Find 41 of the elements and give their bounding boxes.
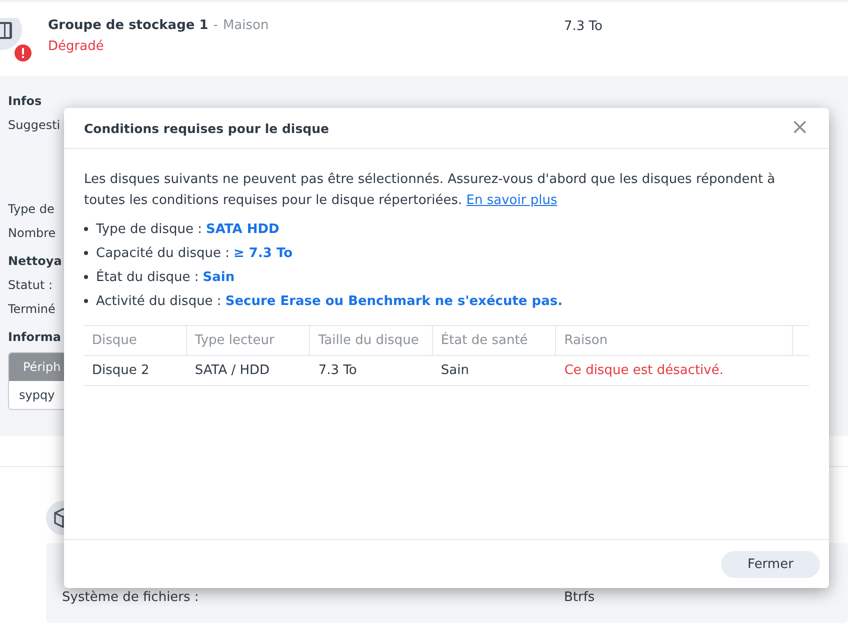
info-label: Suggesti — [8, 118, 60, 132]
pool-subtitle: Maison — [222, 18, 269, 33]
table-cell-text: Sain — [440, 362, 470, 380]
requirement-label: État du disque : — [96, 270, 199, 284]
column-header: Disque — [84, 326, 187, 355]
pool-title: Groupe de stockage 1 — [48, 18, 208, 33]
section-heading: Infos — [8, 94, 42, 108]
info-label: Terminé — [8, 302, 56, 316]
dialog-title: Conditions requises pour le disque — [84, 120, 329, 136]
column-header: État de santé — [432, 326, 556, 355]
section-heading: Informa — [8, 330, 61, 344]
requirement-value: SATA HDD — [206, 222, 280, 236]
column-header: Raison — [556, 326, 794, 355]
requirement-label: Activité du disque : — [96, 294, 222, 308]
table-cell-text: Ce disque est désactivé. — [563, 362, 724, 380]
bullet-icon — [84, 251, 88, 255]
info-label: Système de fichiers : — [62, 590, 200, 605]
requirement-label: Type de disque : — [96, 222, 202, 236]
bullet-icon — [84, 227, 88, 231]
close-button[interactable]: × — [790, 117, 809, 139]
table-cell-text: 7.3 To — [317, 362, 358, 380]
requirement-value: Secure Erase ou Benchmark ne s'exécute pas. — [225, 294, 563, 308]
info-label: Nombre — [8, 226, 56, 240]
info-label: Statut : — [8, 278, 53, 292]
info-value: Btrfs — [564, 590, 595, 605]
column-header: Taille du disque — [310, 326, 433, 355]
column-header: Type lecteur — [186, 326, 310, 355]
pool-size: 7.3 To — [564, 19, 602, 34]
section-heading: Nettoya — [8, 254, 62, 268]
pool-status: Dégradé — [48, 39, 105, 54]
requirement-value: ≥ 7.3 To — [234, 246, 293, 260]
bullet-icon — [84, 275, 88, 279]
learn-more-link[interactable]: En savoir plus — [466, 193, 558, 208]
bullet-icon — [84, 299, 88, 303]
intro-text: Les disques suivants ne peuvent pas être sélectionnés. Assurez-vous d'abord que les disques répondent à toutes les conditions requises pour le disque répertoriées. En savoir plus — [84, 171, 776, 210]
requirement-label: Capacité du disque : — [96, 246, 230, 260]
close-dialog-button[interactable]: Fermer — [721, 550, 820, 578]
separator: - — [213, 18, 218, 33]
info-label: Type de — [8, 202, 54, 216]
requirement-value: Sain — [202, 270, 235, 284]
table-cell-text: SATA / HDD — [194, 362, 271, 380]
